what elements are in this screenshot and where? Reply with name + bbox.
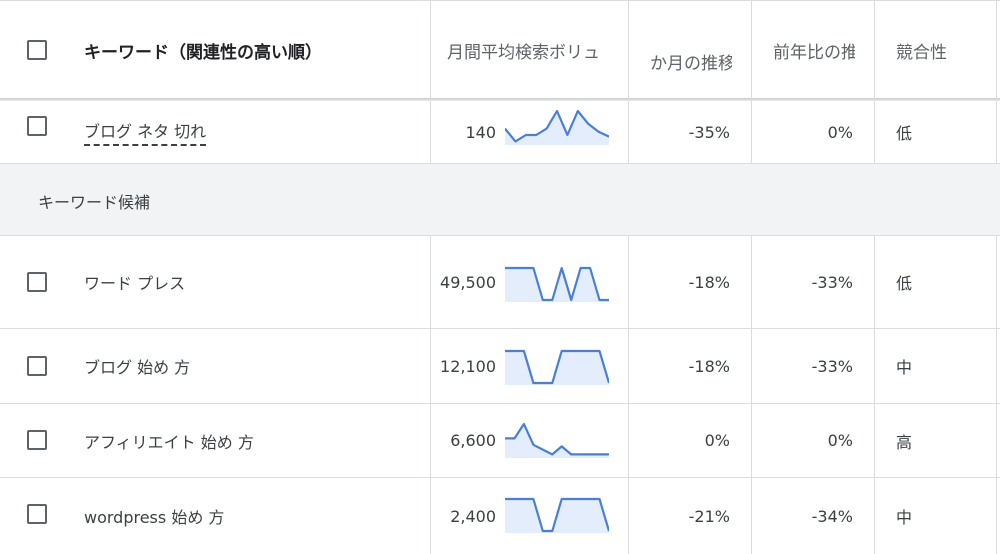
section-label: キーワード候補 — [38, 193, 151, 212]
column-divider — [874, 0, 875, 163]
three-month-cell: -18% — [688, 356, 730, 376]
column-divider — [430, 236, 431, 554]
header-yoy-change[interactable]: 前年比の推 — [773, 0, 855, 100]
row-divider — [0, 235, 1000, 236]
row-divider — [0, 0, 1000, 1]
trend-sparkline — [505, 422, 609, 458]
keyword-link[interactable]: ブログ ネタ 切れ — [84, 118, 207, 146]
three-month-cell: -35% — [688, 122, 730, 142]
keyword-table: キーワード（関連性の高い順） 月間平均検索ボリュ か月の推移 前年比の推 競合性… — [0, 0, 1000, 554]
table-row-pinned[interactable]: ブログ ネタ 切れ 140 -35% 0% 低 — [0, 101, 1000, 163]
row-checkbox[interactable] — [27, 116, 47, 136]
competition-cell: 高 — [896, 432, 913, 452]
keyword-cell[interactable]: ワード プレス — [84, 236, 424, 328]
trend-sparkline — [505, 497, 609, 533]
row-divider — [0, 163, 1000, 164]
table-row[interactable]: wordpress 始め 方 2,400 -21% -34% 中 — [0, 478, 1000, 554]
competition-cell: 低 — [896, 274, 913, 293]
volume-cell: 49,500 — [440, 272, 496, 292]
row-divider — [0, 477, 1000, 478]
column-divider — [996, 236, 997, 554]
competition-cell: 低 — [896, 124, 913, 143]
column-divider — [628, 0, 629, 163]
keyword-cell[interactable]: wordpress 始め 方 — [84, 478, 424, 554]
trend-sparkline — [505, 266, 609, 302]
competition-cell: 中 — [896, 358, 913, 377]
competition-cell: 中 — [896, 508, 913, 527]
three-month-cell: 0% — [704, 431, 730, 450]
yoy-cell: 0% — [827, 122, 853, 142]
volume-cell: 6,600 — [450, 431, 496, 450]
table-row[interactable]: ワード プレス 49,500 -18% -33% 低 — [0, 236, 1000, 328]
keyword-cell: ブログ ネタ 切れ — [84, 101, 424, 163]
three-month-cell: -18% — [688, 272, 730, 292]
yoy-cell: -34% — [811, 506, 853, 526]
column-divider — [751, 236, 752, 554]
column-divider — [874, 236, 875, 554]
row-divider — [0, 403, 1000, 404]
three-month-cell: -21% — [688, 506, 730, 526]
column-divider — [751, 0, 752, 163]
select-all-checkbox[interactable] — [27, 40, 47, 60]
column-divider — [996, 0, 997, 163]
header-competition[interactable]: 競合性 — [896, 0, 996, 100]
keyword-cell[interactable]: ブログ 始め 方 — [84, 329, 424, 403]
row-checkbox[interactable] — [27, 356, 47, 376]
row-checkbox[interactable] — [27, 430, 47, 450]
yoy-cell: 0% — [827, 431, 853, 450]
column-divider — [628, 236, 629, 554]
volume-cell: 12,100 — [440, 356, 496, 376]
header-three-month-change[interactable]: か月の推移 — [650, 0, 732, 100]
yoy-cell: -33% — [811, 272, 853, 292]
table-row[interactable]: ブログ 始め 方 12,100 -18% -33% 中 — [0, 329, 1000, 403]
volume-cell: 140 — [465, 122, 496, 142]
keyword-ideas-section: キーワード候補 — [0, 163, 1000, 235]
keyword-cell[interactable]: アフィリエイト 始め 方 — [84, 404, 424, 477]
row-checkbox[interactable] — [27, 504, 47, 524]
row-divider — [0, 328, 1000, 329]
header-keyword[interactable]: キーワード（関連性の高い順） — [84, 0, 424, 100]
column-divider — [430, 0, 431, 163]
yoy-cell: -33% — [811, 356, 853, 376]
trend-sparkline — [505, 349, 609, 385]
trend-sparkline — [505, 109, 609, 145]
row-checkbox[interactable] — [27, 272, 47, 292]
table-header: キーワード（関連性の高い順） 月間平均検索ボリュ か月の推移 前年比の推 競合性 — [0, 0, 1000, 100]
volume-cell: 2,400 — [450, 506, 496, 526]
table-row[interactable]: アフィリエイト 始め 方 6,600 0% 0% 高 — [0, 404, 1000, 477]
header-monthly-volume[interactable]: 月間平均検索ボリュ — [447, 0, 609, 100]
